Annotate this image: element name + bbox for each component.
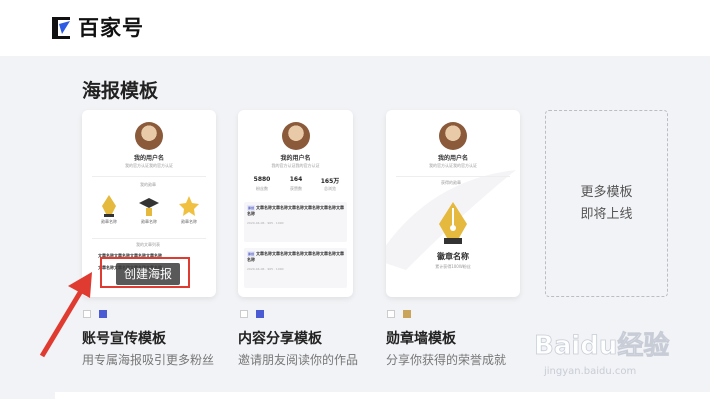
star-medal-icon (179, 196, 199, 216)
user-desc: 我的官方认证我的官方认证 (271, 163, 320, 168)
color-swatch-gold[interactable] (403, 310, 411, 318)
template-card-content[interactable]: 我的用户名 我的官方认证我的官方认证 5880 粉丝数 164 获赞数 165万… (238, 110, 353, 297)
baijiahao-logo[interactable]: 百家号 (50, 12, 144, 42)
avatar (282, 122, 310, 150)
username: 我的用户名 (437, 155, 468, 162)
list-header: 我的文章列表 (136, 242, 160, 247)
bottom-strip (55, 392, 710, 399)
divider (92, 176, 206, 177)
more-line2: 即将上线 (580, 206, 633, 222)
template-desc: 邀请朋友阅读你的作品 (238, 353, 359, 367)
more-line1: 更多模板 (580, 184, 633, 200)
stat-label: 获赞数 (290, 186, 302, 191)
medal-name: 徽章名称 (437, 252, 469, 261)
username: 我的用户名 (133, 155, 164, 162)
medal-item: 勋章名称 (94, 194, 124, 225)
medal-item: 勋章名称 (174, 194, 204, 225)
pen-medal-icon (102, 195, 116, 217)
color-swatch-blue[interactable] (256, 310, 264, 318)
color-swatch-white[interactable] (387, 310, 395, 318)
avatar (439, 122, 467, 150)
article-likes: 1090 (275, 267, 284, 271)
template-desc: 分享你获得的荣誉成就 (386, 353, 507, 367)
stat-number: 165万 (320, 178, 340, 185)
medal-header: 获得的勋章 (441, 180, 461, 185)
divider (396, 176, 510, 177)
color-swatch-white[interactable] (83, 310, 91, 318)
logo-text: 百家号 (78, 16, 144, 40)
template-name: 账号宣传模板 (82, 331, 166, 347)
article-date: 2020-04-06 (247, 221, 265, 225)
medal-item: 勋章名称 (134, 194, 164, 225)
watermark-text: Baidu经验 (534, 330, 669, 361)
highlight-box (100, 257, 190, 288)
article-item: 原创 文章名称文章名称文章名称文章名称文章名称文章名称 2020-04-06 · … (244, 202, 347, 242)
article-item: 原创 文章名称文章名称文章名称文章名称文章名称文章名称 2020-04-06 · … (244, 248, 347, 288)
article-likes: 1090 (275, 221, 284, 225)
template-card-medal-wall[interactable]: 我的用户名 我的官方认证我的官方认证 获得的勋章 徽章名称 累计获得100W粉丝 (386, 110, 520, 297)
template-desc: 用专属海报吸引更多粉丝 (82, 353, 215, 367)
top-bar: 百家号 (0, 0, 710, 56)
pen-medal-icon (439, 202, 467, 244)
stat-number: 5880 (253, 176, 271, 183)
color-swatch-blue[interactable] (99, 310, 107, 318)
template-name: 勋章墙模板 (386, 331, 456, 347)
color-swatch-white[interactable] (240, 310, 248, 318)
section-title: 海报模板 (82, 80, 159, 102)
article-views: 965 (267, 267, 274, 271)
watermark-url: jingyan.baidu.com (543, 366, 636, 377)
article-title: 文章名称文章名称文章名称文章名称文章名称文章名称 (247, 251, 345, 262)
baidu-jingyan-watermark: Baidu经验 jingyan.baidu.com (534, 330, 670, 377)
more-templates-placeholder: 更多模板 即将上线 (545, 110, 668, 297)
user-desc: 我的官方认证我的官方认证 (429, 163, 477, 168)
medal-subtitle: 累计获得100W粉丝 (435, 264, 471, 269)
graduation-cap-icon (139, 198, 159, 216)
avatar (135, 122, 163, 150)
stat-label: 粉丝数 (256, 186, 268, 191)
medal-header: 我的勋章 (140, 182, 156, 187)
article-title: 文章名称文章名称文章名称文章名称文章名称文章名称 (247, 205, 345, 216)
username: 我的用户名 (280, 155, 311, 162)
divider (92, 238, 206, 239)
user-desc: 我的官方认证我的官方认证 (125, 163, 173, 168)
stat-number: 164 (289, 176, 303, 183)
article-views: 965 (267, 221, 274, 225)
template-name: 内容分享模板 (238, 331, 322, 347)
article-date: 2020-04-06 (247, 267, 265, 271)
stat-label: 总浏览 (324, 186, 336, 191)
baijiahao-logo-icon (52, 17, 70, 39)
